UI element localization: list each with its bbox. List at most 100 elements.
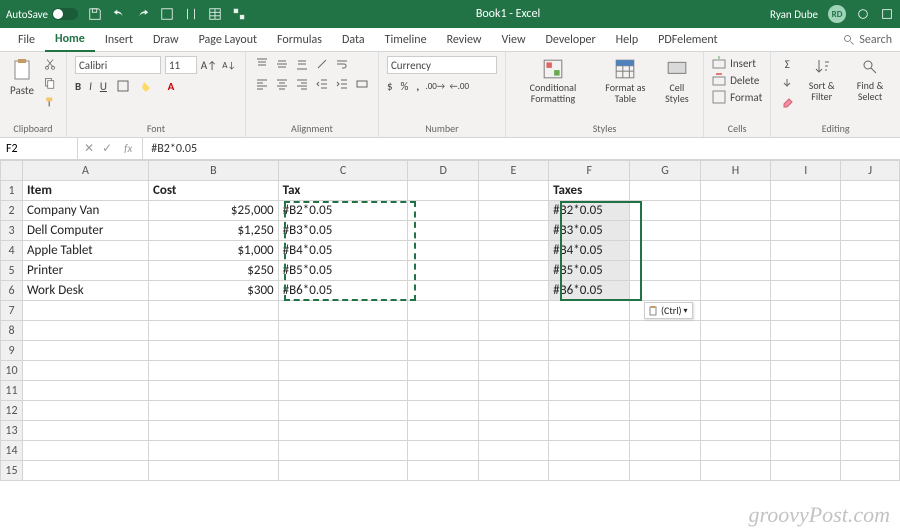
fx-button[interactable]: fx [120, 142, 136, 155]
find-select-button[interactable]: Find & Select [848, 56, 892, 104]
format-as-table-button[interactable]: Format as Table [598, 56, 653, 106]
column-header-f[interactable]: F [549, 161, 630, 181]
tab-formulas[interactable]: Formulas [267, 29, 332, 51]
formula-input[interactable]: #B2*0.05 [143, 142, 900, 156]
cell-empty[interactable] [278, 401, 408, 421]
number-format-combo[interactable]: Currency [387, 56, 497, 74]
cell-f4[interactable]: #B4*0.05 [549, 241, 630, 261]
cell-empty[interactable] [22, 321, 148, 341]
cell-empty[interactable] [549, 461, 630, 481]
column-header-c[interactable]: C [278, 161, 408, 181]
cell-empty[interactable] [700, 401, 770, 421]
bold-button[interactable]: B [75, 80, 81, 93]
cell-empty[interactable] [630, 361, 700, 381]
cell-empty[interactable] [149, 461, 279, 481]
cell-b4[interactable]: $1,000 [149, 241, 279, 261]
column-header-i[interactable]: I [771, 161, 841, 181]
italic-button[interactable]: I [89, 80, 92, 93]
cell-h4[interactable] [700, 241, 770, 261]
cell-empty[interactable] [771, 401, 841, 421]
cell-empty[interactable] [149, 301, 279, 321]
cut-button[interactable] [42, 56, 58, 72]
column-header-g[interactable]: G [630, 161, 700, 181]
cell-empty[interactable] [771, 321, 841, 341]
cell-a1[interactable]: Item [22, 181, 148, 201]
cell-empty[interactable] [700, 341, 770, 361]
cell-d1[interactable] [408, 181, 478, 201]
align-right-button[interactable] [294, 76, 310, 92]
cell-c4[interactable]: #B4*0.05 [278, 241, 408, 261]
cell-empty[interactable] [408, 301, 478, 321]
insert-cells-button[interactable]: Insert [712, 56, 756, 70]
cell-a3[interactable]: Dell Computer [22, 221, 148, 241]
cell-empty[interactable] [278, 441, 408, 461]
cell-empty[interactable] [771, 441, 841, 461]
tab-help[interactable]: Help [606, 29, 649, 51]
underline-button[interactable]: U [100, 80, 107, 93]
cell-b3[interactable]: $1,250 [149, 221, 279, 241]
cell-h1[interactable] [700, 181, 770, 201]
conditional-formatting-button[interactable]: Conditional Formatting [514, 56, 592, 106]
cell-i5[interactable] [771, 261, 841, 281]
cell-e6[interactable] [478, 281, 548, 301]
cell-g3[interactable] [630, 221, 700, 241]
cell-empty[interactable] [841, 301, 900, 321]
cell-empty[interactable] [700, 301, 770, 321]
redo-icon[interactable] [136, 7, 150, 21]
cell-empty[interactable] [630, 381, 700, 401]
align-center-button[interactable] [274, 76, 290, 92]
cell-empty[interactable] [408, 381, 478, 401]
row-header-5[interactable]: 5 [1, 261, 23, 281]
font-size-combo[interactable]: 11 [165, 56, 197, 74]
cell-empty[interactable] [549, 341, 630, 361]
cell-h3[interactable] [700, 221, 770, 241]
row-header-4[interactable]: 4 [1, 241, 23, 261]
cell-d3[interactable] [408, 221, 478, 241]
row-header-10[interactable]: 10 [1, 361, 23, 381]
increase-indent-button[interactable] [334, 76, 350, 92]
cell-empty[interactable] [478, 381, 548, 401]
cell-empty[interactable] [549, 361, 630, 381]
row-header-6[interactable]: 6 [1, 281, 23, 301]
paste-options-button[interactable]: (Ctrl) ▾ [644, 302, 693, 319]
cell-h5[interactable] [700, 261, 770, 281]
cell-b1[interactable]: Cost [149, 181, 279, 201]
row-header-15[interactable]: 15 [1, 461, 23, 481]
cell-empty[interactable] [549, 321, 630, 341]
cell-c2[interactable]: #B2*0.05 [278, 201, 408, 221]
spreadsheet-grid[interactable]: A B C D E F G H I J 1 Item Cost Tax Taxe… [0, 160, 900, 481]
cell-empty[interactable] [478, 301, 548, 321]
borders-button[interactable] [115, 78, 131, 94]
cell-empty[interactable] [22, 421, 148, 441]
cell-empty[interactable] [149, 341, 279, 361]
cell-empty[interactable] [700, 361, 770, 381]
cell-empty[interactable] [700, 321, 770, 341]
cell-empty[interactable] [549, 401, 630, 421]
cell-c6[interactable]: #B6*0.05 [278, 281, 408, 301]
cell-a4[interactable]: Apple Tablet [22, 241, 148, 261]
tab-view[interactable]: View [491, 29, 535, 51]
cell-empty[interactable] [841, 461, 900, 481]
decrease-decimal-button[interactable]: ←.00 [451, 78, 467, 94]
cell-b5[interactable]: $250 [149, 261, 279, 281]
column-header-a[interactable]: A [22, 161, 148, 181]
fill-color-button[interactable] [139, 78, 155, 94]
align-left-button[interactable] [254, 76, 270, 92]
cell-a2[interactable]: Company Van [22, 201, 148, 221]
autosave-toggle[interactable]: AutoSave [6, 8, 78, 21]
align-bottom-button[interactable] [294, 56, 310, 72]
row-header-11[interactable]: 11 [1, 381, 23, 401]
column-header-j[interactable]: J [841, 161, 900, 181]
undo-icon[interactable] [112, 7, 126, 21]
cell-a6[interactable]: Work Desk [22, 281, 148, 301]
name-box[interactable]: F2 [0, 138, 78, 159]
cell-empty[interactable] [22, 441, 148, 461]
font-color-button[interactable]: A [163, 78, 179, 94]
cell-c5[interactable]: #B5*0.05 [278, 261, 408, 281]
paste-button[interactable]: Paste [8, 56, 36, 99]
cell-empty[interactable] [700, 441, 770, 461]
cell-empty[interactable] [408, 341, 478, 361]
cell-empty[interactable] [278, 381, 408, 401]
cell-i2[interactable] [771, 201, 841, 221]
cell-empty[interactable] [408, 461, 478, 481]
